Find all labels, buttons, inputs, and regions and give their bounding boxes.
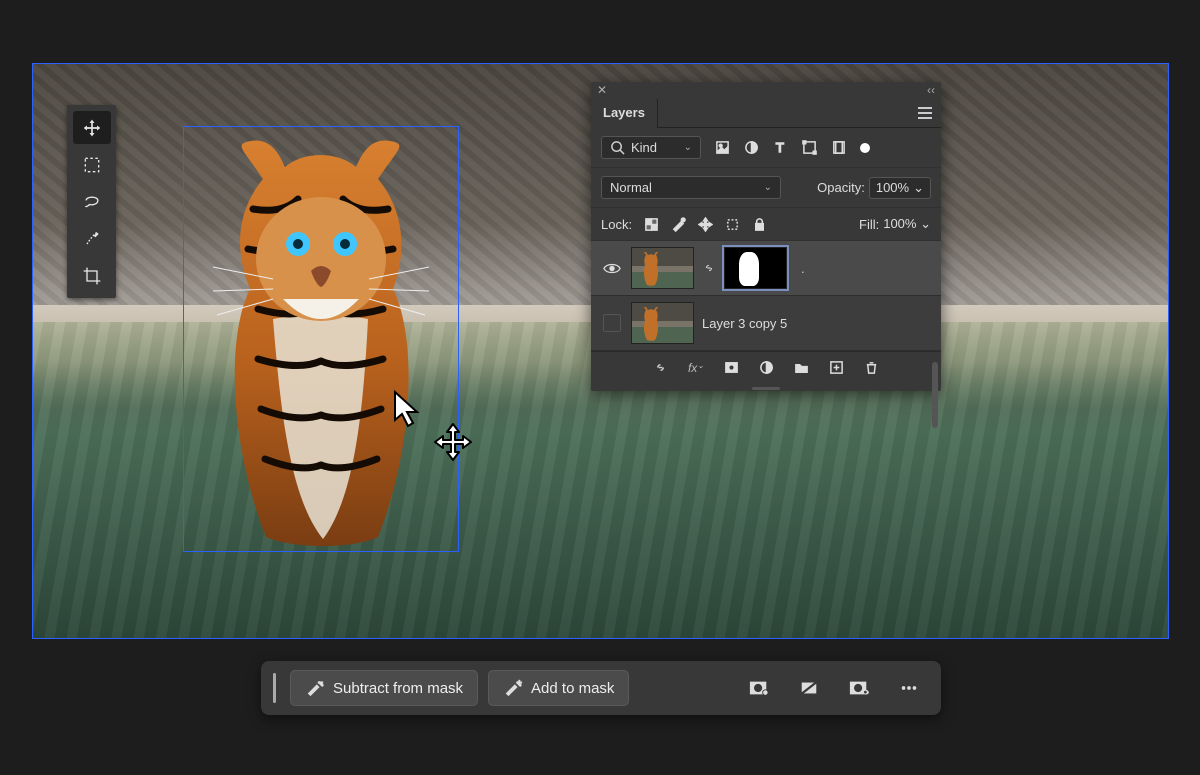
lock-label: Lock: bbox=[601, 217, 632, 232]
layer-name[interactable]: Layer 3 copy 5 bbox=[702, 316, 787, 331]
filter-smart-icon[interactable] bbox=[831, 140, 846, 155]
filter-toggle[interactable] bbox=[860, 143, 870, 153]
kind-label: Kind bbox=[631, 140, 657, 155]
layer-actions: fx ⌄ bbox=[591, 351, 941, 385]
lock-paint-icon[interactable] bbox=[671, 217, 686, 232]
subtract-from-mask-button[interactable]: Subtract from mask bbox=[290, 670, 478, 706]
cursor-arrow-icon bbox=[393, 390, 421, 428]
layer-thumbnail[interactable] bbox=[631, 247, 694, 289]
layer-row[interactable]: Layer 3 copy 5 bbox=[591, 296, 941, 351]
panel-resize-grip[interactable] bbox=[591, 385, 941, 391]
panel-menu-icon[interactable] bbox=[917, 106, 933, 120]
layer-scrollbar[interactable] bbox=[932, 362, 938, 428]
more-options-icon[interactable] bbox=[889, 670, 929, 706]
lasso-tool[interactable] bbox=[73, 185, 111, 218]
chevron-down-icon: ⌄ bbox=[684, 142, 692, 153]
move-tool[interactable] bbox=[73, 111, 111, 144]
chevron-down-icon: ⌄ bbox=[764, 182, 772, 193]
quick-select-tool[interactable] bbox=[73, 222, 111, 255]
visibility-toggle[interactable] bbox=[601, 314, 623, 332]
visibility-toggle[interactable] bbox=[601, 262, 623, 275]
collapse-icon[interactable]: ‹‹ bbox=[927, 83, 935, 97]
add-mask-icon[interactable] bbox=[724, 360, 739, 375]
chevron-down-icon: ⌄ bbox=[913, 180, 924, 196]
opacity-value: 100% bbox=[876, 180, 909, 195]
opacity-input[interactable]: 100% ⌄ bbox=[869, 177, 931, 199]
disable-mask-icon[interactable] bbox=[789, 670, 829, 706]
layer-thumbnail[interactable] bbox=[631, 302, 694, 344]
adjustment-layer-icon[interactable] bbox=[759, 360, 774, 375]
delete-layer-icon[interactable] bbox=[864, 360, 879, 375]
svg-text:T: T bbox=[776, 140, 784, 155]
layers-panel: ✕ ‹‹ Layers Kind ⌄ T Normal ⌄ Opacity: 1… bbox=[591, 82, 941, 391]
filter-adjust-icon[interactable] bbox=[744, 140, 759, 155]
new-layer-icon[interactable] bbox=[829, 360, 844, 375]
group-icon[interactable] bbox=[794, 360, 809, 375]
blend-mode-value: Normal bbox=[610, 180, 652, 195]
marquee-tool[interactable] bbox=[73, 148, 111, 181]
tab-layers[interactable]: Layers bbox=[591, 98, 658, 128]
contextual-task-bar[interactable]: Subtract from mask Add to mask bbox=[261, 661, 941, 715]
layer-filter-row: Kind ⌄ T bbox=[591, 128, 941, 168]
chevron-down-icon: ⌄ bbox=[920, 216, 931, 231]
cursor-move-icon bbox=[433, 422, 473, 462]
filter-pixel-icon[interactable] bbox=[715, 140, 730, 155]
lock-row: Lock: Fill: 100% ⌄ bbox=[591, 208, 941, 241]
lock-artboard-icon[interactable] bbox=[725, 217, 740, 232]
lock-transparency-icon[interactable] bbox=[644, 217, 659, 232]
layer-list: . Layer 3 copy 5 bbox=[591, 241, 941, 351]
filter-kind-dropdown[interactable]: Kind ⌄ bbox=[601, 136, 701, 159]
invert-mask-icon[interactable] bbox=[739, 670, 779, 706]
mask-thumbnail[interactable] bbox=[724, 247, 787, 289]
add-label: Add to mask bbox=[531, 680, 614, 697]
toolbox bbox=[67, 105, 116, 298]
opacity-label: Opacity: bbox=[817, 180, 865, 195]
filter-shape-icon[interactable] bbox=[802, 140, 817, 155]
tab-label: Layers bbox=[603, 105, 645, 120]
blend-row: Normal ⌄ Opacity: 100% ⌄ bbox=[591, 168, 941, 208]
fill-label: Fill: bbox=[859, 217, 879, 232]
fill-value: 100% bbox=[883, 216, 916, 231]
crop-tool[interactable] bbox=[73, 259, 111, 292]
fx-icon[interactable]: fx ⌄ bbox=[688, 361, 704, 375]
add-to-mask-button[interactable]: Add to mask bbox=[488, 670, 629, 706]
mask-overlay-icon[interactable] bbox=[839, 670, 879, 706]
lock-all-icon[interactable] bbox=[752, 217, 767, 232]
lock-position-icon[interactable] bbox=[698, 217, 713, 232]
link-layers-icon[interactable] bbox=[653, 360, 668, 375]
tiger-subject bbox=[203, 139, 438, 549]
blend-mode-dropdown[interactable]: Normal ⌄ bbox=[601, 176, 781, 199]
fill-input[interactable]: 100% ⌄ bbox=[883, 216, 931, 232]
layer-row[interactable]: . bbox=[591, 241, 941, 296]
mask-link-icon[interactable] bbox=[702, 262, 716, 274]
close-icon[interactable]: ✕ bbox=[597, 83, 607, 97]
filter-type-icon[interactable]: T bbox=[773, 140, 788, 155]
drag-handle[interactable] bbox=[273, 673, 276, 703]
subtract-label: Subtract from mask bbox=[333, 680, 463, 697]
